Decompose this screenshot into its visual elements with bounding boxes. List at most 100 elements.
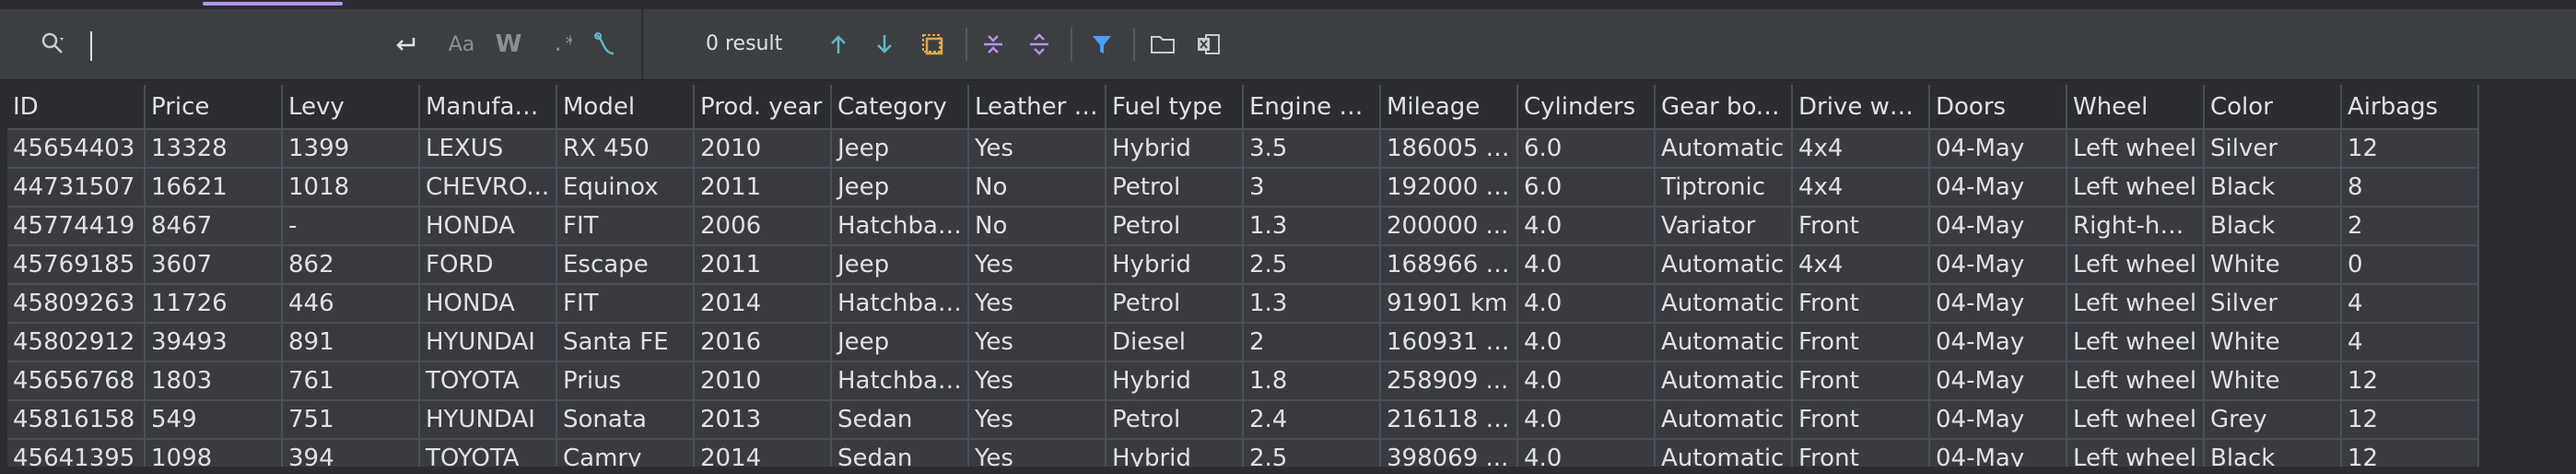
table-cell[interactable]: 2014 <box>694 439 832 467</box>
table-cell[interactable]: 751 <box>282 400 420 440</box>
table-cell[interactable]: 4.0 <box>1517 323 1656 362</box>
table-cell[interactable]: 862 <box>282 245 420 285</box>
collapse-rows-icon[interactable] <box>1021 9 1058 79</box>
table-cell[interactable]: 398069 ... <box>1380 439 1518 467</box>
table-cell[interactable]: 4.0 <box>1517 245 1656 285</box>
table-cell[interactable]: 2013 <box>694 400 832 440</box>
table-cell[interactable]: Front <box>1792 284 1930 324</box>
table-cell[interactable]: Automatic <box>1655 129 1793 169</box>
column-header[interactable]: Doors <box>1929 85 2067 130</box>
table-cell[interactable]: Front <box>1792 361 1930 401</box>
table-cell[interactable]: 2.5 <box>1243 245 1381 285</box>
table-cell[interactable]: 2006 <box>694 207 832 246</box>
table-cell[interactable]: 12 <box>2341 361 2479 401</box>
export-excel-icon[interactable] <box>1190 9 1227 79</box>
table-cell[interactable]: Automatic <box>1655 361 1793 401</box>
table-cell[interactable]: 8467 <box>145 207 283 246</box>
table-cell[interactable]: Right-ha... <box>2067 207 2205 246</box>
column-header[interactable]: Color <box>2204 85 2342 130</box>
table-cell[interactable]: 6.0 <box>1517 168 1656 207</box>
table-cell[interactable]: 45809263 <box>7 284 146 324</box>
table-cell[interactable]: 4 <box>2341 323 2479 362</box>
table-cell[interactable]: Automatic <box>1655 323 1793 362</box>
table-cell[interactable]: 200000 ... <box>1380 207 1518 246</box>
column-header[interactable]: Mileage <box>1380 85 1518 130</box>
table-cell[interactable]: Left wheel <box>2067 129 2205 169</box>
table-cell[interactable]: 549 <box>145 400 283 440</box>
table-cell[interactable]: FIT <box>556 284 695 324</box>
table-cell[interactable]: Front <box>1792 439 1930 467</box>
column-header[interactable]: Manufac... <box>419 85 557 130</box>
search-input-caret[interactable] <box>90 31 92 61</box>
table-cell[interactable]: Left wheel <box>2067 323 2205 362</box>
table-cell[interactable]: 04-May <box>1929 168 2067 207</box>
column-header[interactable]: Airbags <box>2341 85 2479 130</box>
table-cell[interactable]: Diesel <box>1106 323 1244 362</box>
table-cell[interactable]: Automatic <box>1655 284 1793 324</box>
table-cell[interactable]: Front <box>1792 323 1930 362</box>
table-cell[interactable]: 2011 <box>694 245 832 285</box>
table-cell[interactable]: Left wheel <box>2067 400 2205 440</box>
table-cell[interactable]: White <box>2204 245 2342 285</box>
table-cell[interactable]: 04-May <box>1929 323 2067 362</box>
table-cell[interactable]: HONDA <box>419 207 557 246</box>
select-all-occurrences-icon[interactable] <box>914 9 951 79</box>
column-header[interactable]: Drive wh... <box>1792 85 1930 130</box>
table-cell[interactable]: 258909 ... <box>1380 361 1518 401</box>
newline-icon[interactable] <box>387 9 424 79</box>
table-cell[interactable]: Yes <box>968 400 1107 440</box>
table-cell[interactable]: 45774419 <box>7 207 146 246</box>
table-cell[interactable]: Sonata <box>556 400 695 440</box>
table-cell[interactable]: 2 <box>1243 323 1381 362</box>
table-cell[interactable]: 4.0 <box>1517 207 1656 246</box>
table-cell[interactable]: 04-May <box>1929 207 2067 246</box>
table-row[interactable]: 44731507 16621 1018 CHEVRO... Equinox 2011 Jee… <box>7 168 2479 207</box>
table-cell[interactable]: HYUNDAI <box>419 400 557 440</box>
table-cell[interactable]: 45654403 <box>7 129 146 169</box>
table-cell[interactable]: Hatchback <box>831 361 969 401</box>
table-cell[interactable]: 4.0 <box>1517 361 1656 401</box>
table-cell[interactable]: Hatchback <box>831 284 969 324</box>
table-cell[interactable]: No <box>968 207 1107 246</box>
table-row[interactable]: 45774419 8467- HONDA FIT 2006 Hatchback No Petr… <box>7 207 2479 246</box>
match-case-icon[interactable]: Aa <box>442 9 481 79</box>
table-cell[interactable]: 1018 <box>282 168 420 207</box>
table-cell[interactable]: 4.0 <box>1517 439 1656 467</box>
table-cell[interactable]: 446 <box>282 284 420 324</box>
table-cell[interactable]: Yes <box>968 284 1107 324</box>
search-history-icon[interactable] <box>35 9 72 79</box>
next-occurrence-icon[interactable] <box>866 9 903 79</box>
table-cell[interactable]: Variator <box>1655 207 1793 246</box>
table-cell[interactable]: Front <box>1792 207 1930 246</box>
table-cell[interactable]: LEXUS <box>419 129 557 169</box>
table-cell[interactable]: 186005 km <box>1380 129 1518 169</box>
table-cell[interactable]: 13328 <box>145 129 283 169</box>
column-header[interactable]: Cylinders <box>1517 85 1656 130</box>
table-cell[interactable]: 91901 km <box>1380 284 1518 324</box>
table-cell[interactable]: 0 <box>2341 245 2479 285</box>
whole-words-icon[interactable]: W <box>490 9 527 79</box>
column-header[interactable]: Price <box>145 85 283 130</box>
table-cell[interactable]: Sedan <box>831 400 969 440</box>
table-cell[interactable]: Escape <box>556 245 695 285</box>
table-cell[interactable]: Santa FE <box>556 323 695 362</box>
table-cell[interactable]: Silver <box>2204 129 2342 169</box>
table-cell[interactable]: Hybrid <box>1106 245 1244 285</box>
column-header[interactable]: Fuel type <box>1106 85 1244 130</box>
table-cell[interactable]: - <box>282 207 420 246</box>
table-cell[interactable]: Jeep <box>831 245 969 285</box>
table-cell[interactable]: 3.5 <box>1243 129 1381 169</box>
table-cell[interactable]: Equinox <box>556 168 695 207</box>
table-cell[interactable]: 44731507 <box>7 168 146 207</box>
table-cell[interactable]: 12 <box>2341 400 2479 440</box>
table-cell[interactable]: Hybrid <box>1106 361 1244 401</box>
column-header[interactable]: Wheel <box>2067 85 2205 130</box>
filter-icon[interactable] <box>1083 9 1120 79</box>
table-cell[interactable]: Silver <box>2204 284 2342 324</box>
table-cell[interactable]: CHEVRO... <box>419 168 557 207</box>
table-row[interactable]: 45769185 3607 862 FORD Escape 2011 Jeep Yes Hybr… <box>7 245 2479 285</box>
table-cell[interactable]: 2.4 <box>1243 400 1381 440</box>
table-cell[interactable]: 04-May <box>1929 129 2067 169</box>
table-cell[interactable]: Camry <box>556 439 695 467</box>
table-cell[interactable]: 4.0 <box>1517 284 1656 324</box>
